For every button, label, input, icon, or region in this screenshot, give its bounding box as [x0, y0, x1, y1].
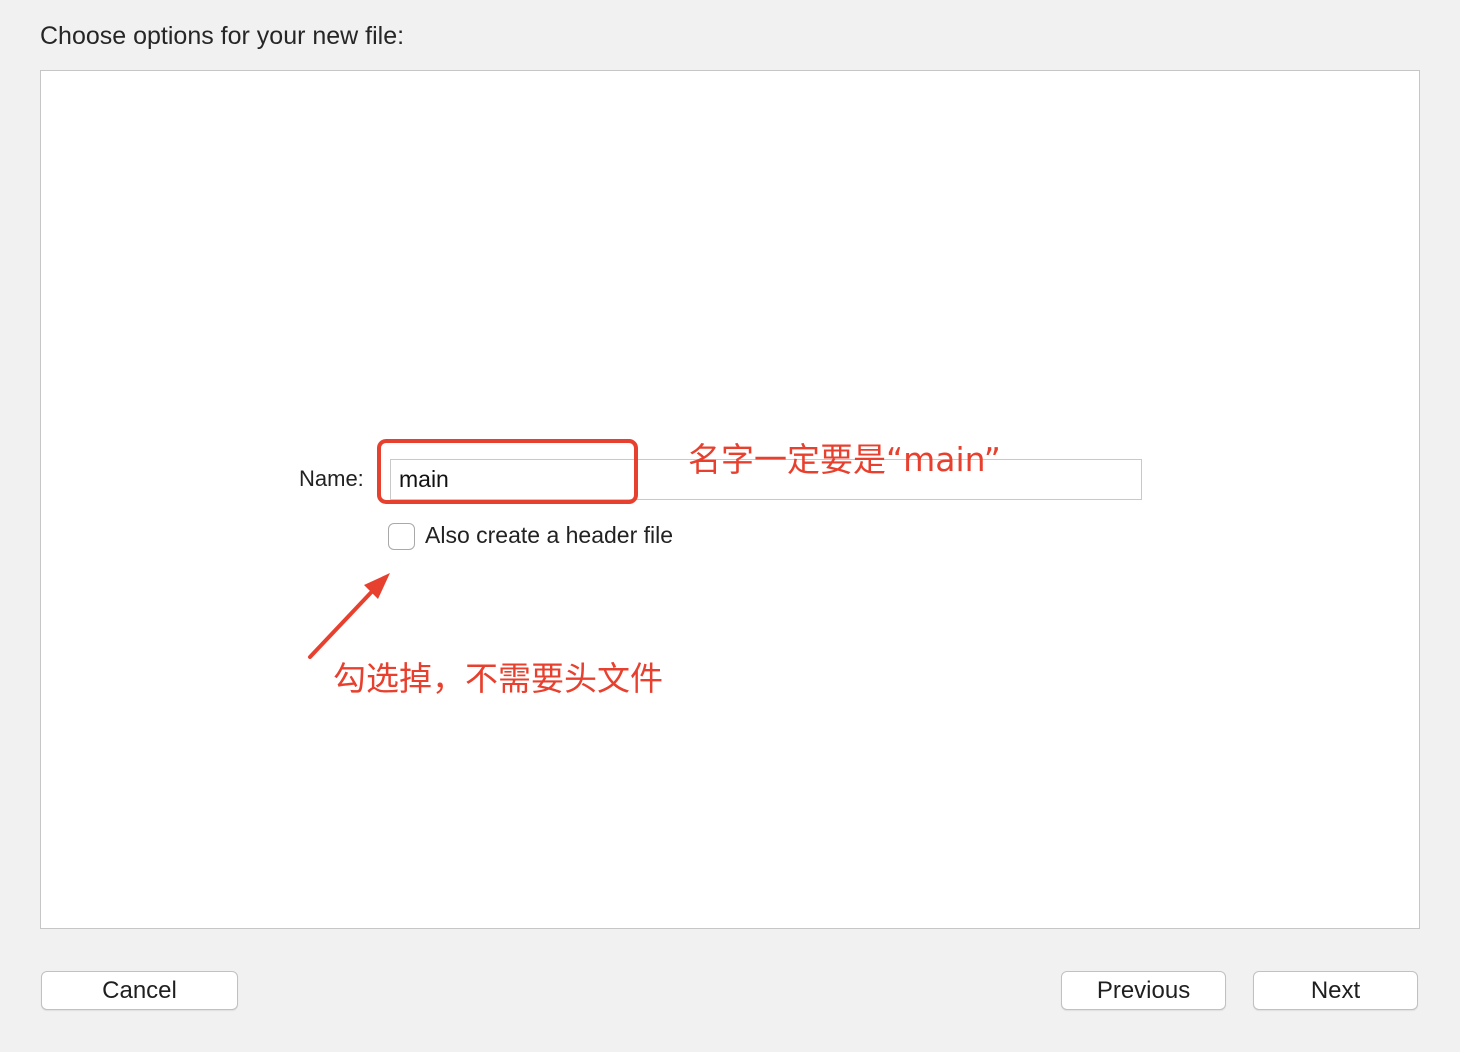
header-annotation: 勾选掉，不需要头文件	[333, 659, 663, 698]
next-button[interactable]: Next	[1253, 971, 1418, 1010]
name-label: Name:	[299, 466, 364, 491]
cancel-button[interactable]: Cancel	[41, 971, 238, 1010]
dialog-title: Choose options for your new file:	[40, 22, 405, 50]
previous-button[interactable]: Previous	[1061, 971, 1226, 1010]
name-annotation: 名字一定要是“main”	[688, 440, 1001, 479]
header-file-checkbox-label[interactable]: Also create a header file	[425, 522, 673, 549]
annotation-arrow-icon	[308, 573, 390, 659]
header-file-checkbox[interactable]	[388, 523, 415, 550]
